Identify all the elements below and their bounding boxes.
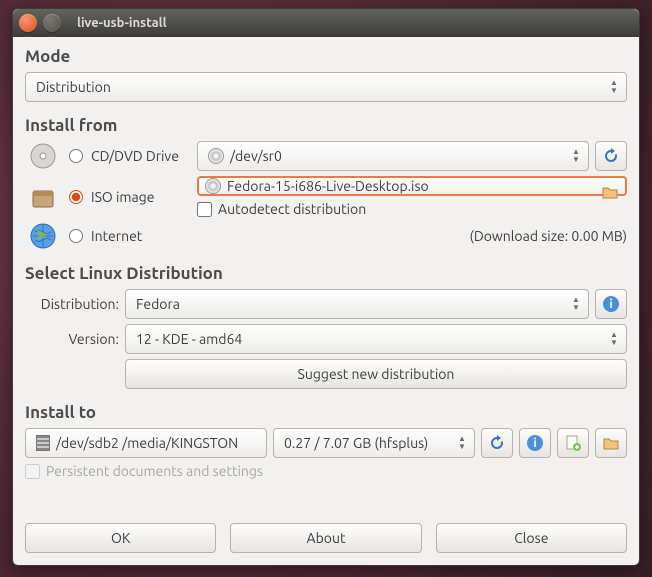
- autodetect-row[interactable]: Autodetect distribution: [197, 201, 627, 217]
- cd-refresh-button[interactable]: [595, 141, 627, 171]
- distribution-dropdown[interactable]: Fedora ▲▼: [125, 289, 589, 319]
- iso-file-value: Fedora-15-i686-Live-Desktop.iso: [227, 178, 429, 194]
- chevron-updown-icon: ▲▼: [608, 77, 620, 97]
- mode-heading: Mode: [25, 47, 627, 66]
- target-partition-value: 0.27 / 7.07 GB (hfsplus): [284, 435, 428, 451]
- persistent-label: Persistent documents and settings: [46, 463, 263, 479]
- window-close-button[interactable]: [19, 14, 37, 32]
- svg-text:i: i: [533, 437, 536, 450]
- about-button[interactable]: About: [230, 523, 421, 553]
- persistent-checkbox: [25, 464, 40, 479]
- cd-device-value: /dev/sr0: [230, 148, 282, 164]
- window-body: Mode Distribution ▲▼ Install from CD/DVD…: [13, 37, 639, 494]
- usb-icon: [36, 435, 50, 451]
- folder-open-icon: [601, 183, 619, 201]
- refresh-icon: [602, 147, 620, 165]
- button-bar: OK About Close: [25, 523, 627, 553]
- source-cd-radio[interactable]: [69, 149, 83, 163]
- close-button[interactable]: Close: [436, 523, 627, 553]
- app-window: live-usb-install Mode Distribution ▲▼ In…: [12, 8, 640, 566]
- distribution-info-button[interactable]: i: [595, 289, 627, 319]
- autodetect-checkbox[interactable]: [197, 202, 212, 217]
- target-info-button[interactable]: i: [519, 428, 551, 458]
- cd-drive-icon: [25, 142, 61, 170]
- mode-dropdown-value: Distribution: [36, 79, 111, 95]
- info-icon: i: [526, 434, 544, 452]
- autodetect-label: Autodetect distribution: [218, 201, 366, 217]
- refresh-icon: [488, 434, 506, 452]
- package-icon: [25, 183, 61, 211]
- disc-icon: [205, 178, 221, 194]
- folder-open-icon: [602, 434, 620, 452]
- chevron-updown-icon: ▲▼: [608, 329, 620, 349]
- cd-device-dropdown[interactable]: /dev/sr0 ▲▼: [197, 141, 589, 171]
- chevron-updown-icon: ▲▼: [570, 294, 582, 314]
- install-from-heading: Install from: [25, 116, 627, 135]
- document-add-icon: [564, 434, 582, 452]
- suggest-distribution-label: Suggest new distribution: [298, 366, 455, 382]
- disc-icon: [208, 148, 224, 164]
- source-iso-label: ISO image: [91, 189, 191, 205]
- globe-icon: [25, 222, 61, 250]
- select-dist-heading: Select Linux Distribution: [25, 264, 627, 283]
- source-internet-radio[interactable]: [69, 229, 83, 243]
- download-size-text: (Download size: 0.00 MB): [469, 228, 627, 244]
- target-device-dropdown[interactable]: /dev/sdb2 /media/KINGSTON: [25, 428, 267, 458]
- source-cd-label: CD/DVD Drive: [91, 148, 191, 164]
- window-minimize-button[interactable]: [43, 14, 61, 32]
- version-dropdown[interactable]: 12 - KDE - amd64 ▲▼: [125, 324, 627, 354]
- source-iso-radio[interactable]: [69, 190, 83, 204]
- distribution-value: Fedora: [136, 296, 180, 312]
- source-internet-label: Internet: [91, 228, 191, 244]
- version-value: 12 - KDE - amd64: [136, 331, 242, 347]
- svg-text:i: i: [609, 298, 612, 311]
- suggest-distribution-button[interactable]: Suggest new distribution: [125, 359, 627, 389]
- info-icon: i: [602, 295, 620, 313]
- chevron-updown-icon: ▲▼: [570, 146, 582, 166]
- install-to-heading: Install to: [25, 403, 627, 422]
- persistent-row: Persistent documents and settings: [25, 463, 627, 479]
- target-refresh-button[interactable]: [481, 428, 513, 458]
- mode-dropdown[interactable]: Distribution ▲▼: [25, 72, 627, 102]
- iso-file-chooser[interactable]: Fedora-15-i686-Live-Desktop.iso: [197, 176, 627, 196]
- titlebar[interactable]: live-usb-install: [13, 9, 639, 37]
- window-title: live-usb-install: [77, 16, 167, 30]
- distribution-field-label: Distribution:: [25, 296, 119, 312]
- target-partition-dropdown[interactable]: 0.27 / 7.07 GB (hfsplus) ▲▼: [273, 428, 475, 458]
- version-field-label: Version:: [25, 331, 119, 347]
- target-device-value: /dev/sdb2 /media/KINGSTON: [56, 435, 238, 451]
- ok-button[interactable]: OK: [25, 523, 216, 553]
- chevron-updown-icon: ▲▼: [456, 433, 468, 453]
- target-browse-button[interactable]: [595, 428, 627, 458]
- target-add-button[interactable]: [557, 428, 589, 458]
